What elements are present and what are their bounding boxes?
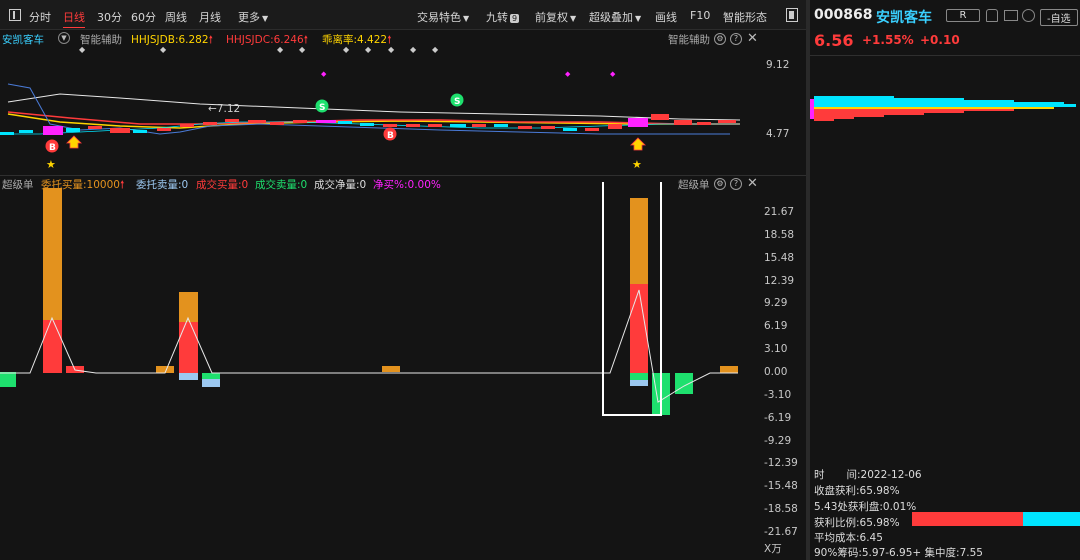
svg-text:◆: ◆ <box>343 45 350 54</box>
chevron-down-icon: ▼ <box>570 14 577 23</box>
r-badge[interactable]: R <box>946 9 980 22</box>
chevron-down-icon: ▼ <box>262 14 269 23</box>
menu-draw[interactable]: 画线 <box>655 9 677 25</box>
marker-dots: ◆ ◆ ◆ ◆ ◆ ◆ ◆ ◆ ◆ ◆ ◆ ◆ <box>79 45 616 78</box>
menu-nine-turn[interactable]: 九转 9 <box>486 9 520 25</box>
share-icon[interactable] <box>1022 9 1035 22</box>
chip-90-range: 90%筹码:5.97-6.95+ 集中度:7.55 <box>814 547 983 559</box>
chip-close-profit: 收盘获利:65.98% <box>814 485 900 497</box>
stock-info-panel: 000868 安凯客车 R -自选 6.56 +1.55% +0.10 时间:2… <box>810 0 1080 560</box>
svg-text:◆: ◆ <box>365 45 372 54</box>
header-divider <box>810 55 1080 56</box>
vpanel-tick: 0.00 <box>764 365 788 378</box>
alarm-icon[interactable] <box>986 9 998 22</box>
chip-avg-cost: 平均成本:6.45 <box>814 532 883 544</box>
sidebar-toggle-icon[interactable] <box>9 9 21 21</box>
mail-icon[interactable] <box>1004 10 1018 21</box>
change-amount: +0.10 <box>920 33 960 47</box>
vpanel-tick: 12.39 <box>764 274 795 287</box>
svg-text:◆: ◆ <box>277 45 284 54</box>
vpanel-tick: -15.48 <box>764 480 798 493</box>
svg-text:◆: ◆ <box>321 70 327 78</box>
tab-monthly[interactable]: 月线 <box>199 9 221 25</box>
chip-profit-at: 5.43处获利盘:0.01% <box>814 501 917 513</box>
tab-fenshi[interactable]: 分时 <box>29 9 51 25</box>
vpanel-tick: 3.10 <box>764 343 788 356</box>
kline-chart: ◆ ◆ ◆ ◆ ◆ ◆ ◆ ◆ ◆ ◆ ◆ ◆ ←7.12 B B S S ★ … <box>0 45 741 171</box>
profit-ratio-bar <box>912 512 1080 526</box>
chip-time-label: 时间:2022-12-06 <box>814 469 922 481</box>
vpanel-tick: -9.29 <box>764 434 792 447</box>
svg-text:S: S <box>454 97 460 107</box>
vpanel-tick: 9.29 <box>764 297 788 310</box>
high-price-label: ←7.12 <box>208 103 240 115</box>
tab-30min[interactable]: 30分 <box>97 9 122 25</box>
vpanel-tick: -3.10 <box>764 388 792 401</box>
svg-text:◆: ◆ <box>79 45 86 54</box>
vpanel-tick: 6.19 <box>764 320 788 333</box>
chip-distribution-chart <box>810 96 1076 121</box>
stock-name: 安凯客车 <box>876 10 932 26</box>
kpanel-y-high: 9.12 <box>766 59 790 71</box>
add-watchlist-button[interactable]: -自选 <box>1040 9 1078 26</box>
vpanel-tick: -12.39 <box>764 457 798 470</box>
panel-toggle-icon[interactable] <box>786 8 798 22</box>
vpanel-tick: 21.67 <box>764 206 795 218</box>
nine-badge: 9 <box>510 14 520 23</box>
more-menu[interactable]: 更多 ▼ <box>238 9 268 25</box>
change-percent: +1.55% <box>862 33 914 47</box>
tab-60min[interactable]: 60分 <box>131 9 156 25</box>
svg-text:◆: ◆ <box>160 45 167 54</box>
net-volume-line <box>0 289 738 403</box>
toolbar: 分时 日线 30分 60分 周线 月线 更多 ▼ 交易特色 ▼ 九转 9 前复权 ▼ 超… <box>0 0 806 30</box>
volume-chart <box>0 182 738 416</box>
menu-f10[interactable]: F10 <box>690 9 710 22</box>
svg-text:S: S <box>319 103 325 113</box>
panel-divider <box>0 175 806 176</box>
chevron-down-icon: ▼ <box>463 14 470 23</box>
menu-adjust[interactable]: 前复权 ▼ <box>535 9 576 25</box>
svg-text:◆: ◆ <box>388 45 395 54</box>
svg-text:◆: ◆ <box>410 45 417 54</box>
menu-trade-features[interactable]: 交易特色 ▼ <box>417 9 469 25</box>
svg-text:B: B <box>387 131 394 141</box>
profit-ratio-fill <box>912 512 1023 526</box>
chart-area: 安凯客车 ▼ 智能辅助 HHJSJDB:6.282🠕 HHJSJDC:6.246… <box>0 30 806 560</box>
menu-overlay[interactable]: 超级叠加 ▼ <box>589 9 641 25</box>
vpanel-tick: -6.19 <box>764 411 792 424</box>
svg-text:◆: ◆ <box>565 70 571 78</box>
svg-text:◆: ◆ <box>299 45 306 54</box>
svg-text:◆: ◆ <box>610 70 616 78</box>
vpanel-tick: 18.58 <box>764 228 795 241</box>
kpanel-y-low: 4.77 <box>766 128 790 140</box>
tab-daily[interactable]: 日线 <box>63 9 85 28</box>
stock-code: 000868 <box>814 7 873 23</box>
chevron-down-icon: ▼ <box>635 14 642 23</box>
chip-profit-ratio: 获利比例:65.98% <box>814 517 900 529</box>
vpanel-unit: X万 <box>764 543 782 555</box>
chevron-down-circle-icon[interactable]: ▼ <box>58 32 70 44</box>
tab-weekly[interactable]: 周线 <box>165 9 187 25</box>
svg-text:★: ★ <box>46 158 56 171</box>
vpanel-tick: -21.67 <box>764 525 798 538</box>
svg-text:B: B <box>49 143 56 153</box>
vpanel-tick: 15.48 <box>764 251 795 264</box>
vpanel-tick: -18.58 <box>764 503 798 516</box>
svg-text:★: ★ <box>632 158 642 171</box>
current-price: 6.56 <box>814 31 854 50</box>
svg-text:◆: ◆ <box>432 45 439 54</box>
menu-smart-pattern[interactable]: 智能形态 <box>723 9 767 25</box>
volume-bars <box>0 188 738 415</box>
ma-line-white <box>7 93 741 121</box>
